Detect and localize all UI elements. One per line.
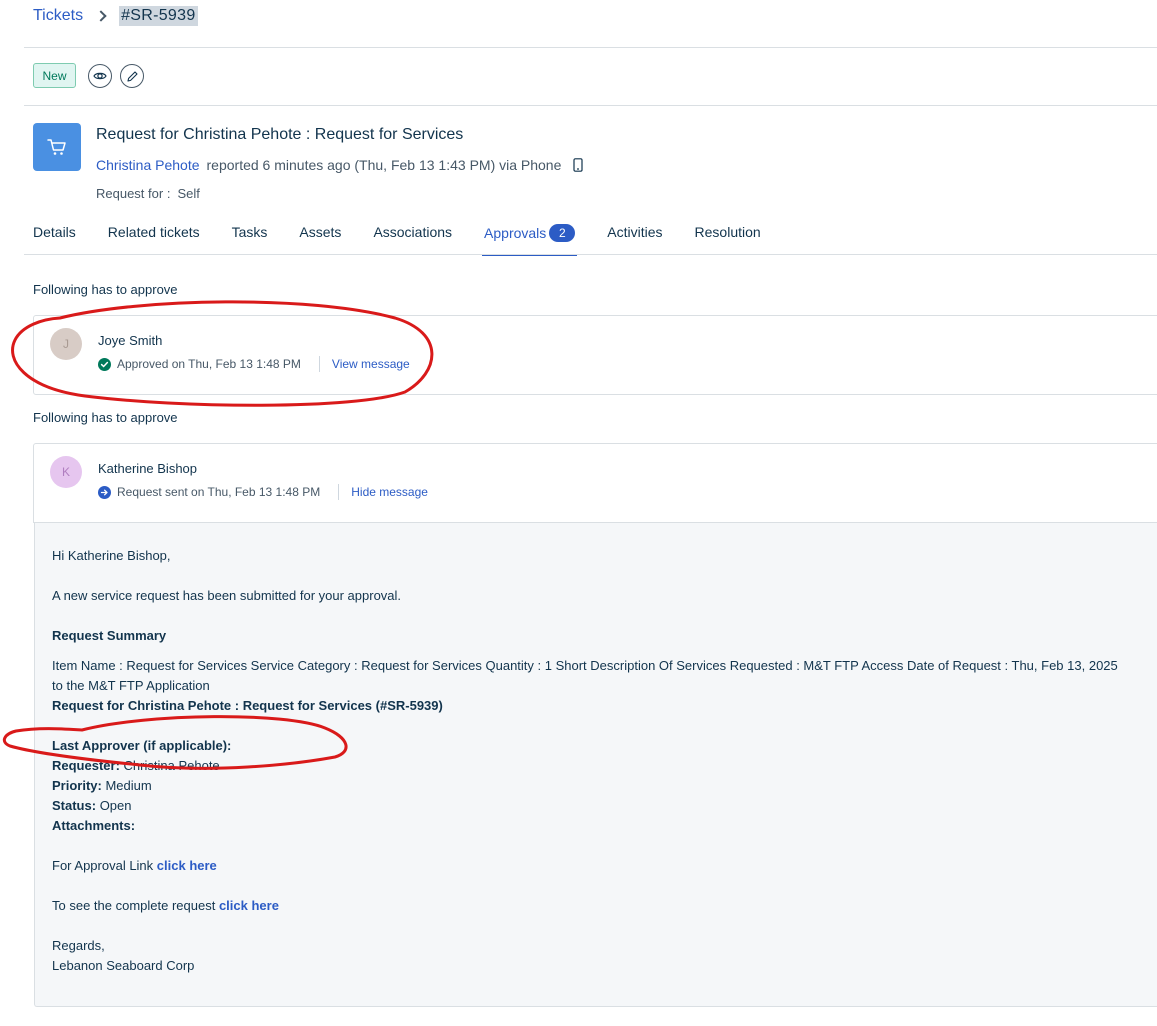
approval-status: Approved on Thu, Feb 13 1:48 PM View mes…: [98, 356, 410, 372]
divider: [338, 484, 340, 500]
approval-heading: Following has to approve: [33, 282, 178, 297]
message-intro: A new service request has been submitted…: [52, 588, 402, 603]
watch-button[interactable]: [88, 64, 112, 88]
reported-text: reported 6 minutes ago (Thu, Feb 13 1:43…: [206, 157, 562, 173]
eye-icon: [93, 72, 107, 80]
tab-assets[interactable]: Assets: [299, 224, 341, 256]
divider: [24, 47, 1157, 48]
request-for: Request for : Self: [96, 186, 200, 201]
divider: [24, 105, 1157, 106]
divider: [318, 356, 320, 372]
approval-heading: Following has to approve: [33, 410, 178, 425]
last-approver-row: Last Approver (if applicable):: [52, 738, 232, 753]
mobile-phone-icon: [573, 158, 583, 172]
status-badge: New: [33, 63, 76, 88]
summary-heading: Request Summary: [52, 628, 167, 643]
approval-status-text: Request sent on Thu, Feb 13 1:48 PM: [117, 485, 321, 499]
requester-row: Requester: Christina Pehote: [52, 758, 220, 773]
tab-details[interactable]: Details: [33, 224, 76, 256]
avatar: K: [50, 456, 82, 488]
check-circle-icon: [98, 357, 111, 371]
tab-tasks[interactable]: Tasks: [232, 224, 268, 256]
approver-name: Joye Smith: [98, 333, 163, 348]
request-for-value: Self: [177, 186, 200, 201]
company-name: Lebanon Seaboard Corp: [52, 958, 195, 973]
breadcrumb-ticket-id: #SR-5939: [119, 6, 198, 26]
requester-link[interactable]: Christina Pehote: [96, 157, 200, 173]
edit-button[interactable]: [120, 64, 144, 88]
view-message-link[interactable]: View message: [332, 357, 410, 371]
tabs-divider: [24, 254, 1157, 255]
request-reference: Request for Christina Pehote : Request f…: [52, 698, 443, 713]
message-greeting: Hi Katherine Bishop,: [52, 548, 171, 563]
chevron-right-icon: [95, 10, 107, 22]
complete-request-row: To see the complete request click here: [52, 898, 279, 913]
approval-click-here-link[interactable]: click here: [157, 858, 217, 873]
ticket-tabs: Details Related tickets Tasks Assets Ass…: [33, 224, 793, 256]
arrow-right-circle-icon: [98, 485, 111, 499]
tab-resolution[interactable]: Resolution: [695, 224, 761, 256]
breadcrumb: Tickets #SR-5939: [33, 6, 198, 26]
complete-request-click-here-link[interactable]: click here: [219, 898, 279, 913]
request-for-label: Request for :: [96, 186, 171, 201]
approval-card: K Katherine Bishop Request sent on Thu, …: [33, 443, 1157, 523]
tab-associations[interactable]: Associations: [373, 224, 452, 256]
approvals-count-badge: 2: [549, 224, 576, 242]
hide-message-link[interactable]: Hide message: [351, 485, 428, 499]
ticket-title: Request for Christina Pehote : Request f…: [96, 126, 464, 143]
approval-message: Hi Katherine Bishop, A new service reque…: [34, 522, 1157, 1007]
tab-activities[interactable]: Activities: [607, 224, 662, 256]
approval-status-text: Approved on Thu, Feb 13 1:48 PM: [117, 357, 301, 371]
status-row: Status: Open: [52, 798, 132, 813]
attachments-row: Attachments:: [52, 818, 136, 833]
shopping-cart-icon: [47, 139, 66, 155]
approval-link-row: For Approval Link click here: [52, 858, 217, 873]
ticket-type-tile: [33, 123, 81, 171]
breadcrumb-tickets-link[interactable]: Tickets: [33, 7, 83, 25]
approver-name: Katherine Bishop: [98, 461, 198, 476]
pencil-icon: [126, 70, 138, 82]
tab-related-tickets[interactable]: Related tickets: [108, 224, 200, 256]
approval-status: Request sent on Thu, Feb 13 1:48 PM Hide…: [98, 484, 428, 500]
summary-text: Item Name : Request for Services Service…: [52, 658, 1118, 673]
approval-card: J Joye Smith Approved on Thu, Feb 13 1:4…: [33, 315, 1157, 395]
summary-text-cont: to the M&T FTP Application: [52, 678, 210, 693]
ticket-meta: Christina Pehote reported 6 minutes ago …: [96, 157, 583, 173]
priority-row: Priority: Medium: [52, 778, 152, 793]
avatar: J: [50, 328, 82, 360]
regards-line: Regards,: [52, 938, 105, 953]
tab-approvals[interactable]: Approvals 2: [482, 224, 578, 256]
